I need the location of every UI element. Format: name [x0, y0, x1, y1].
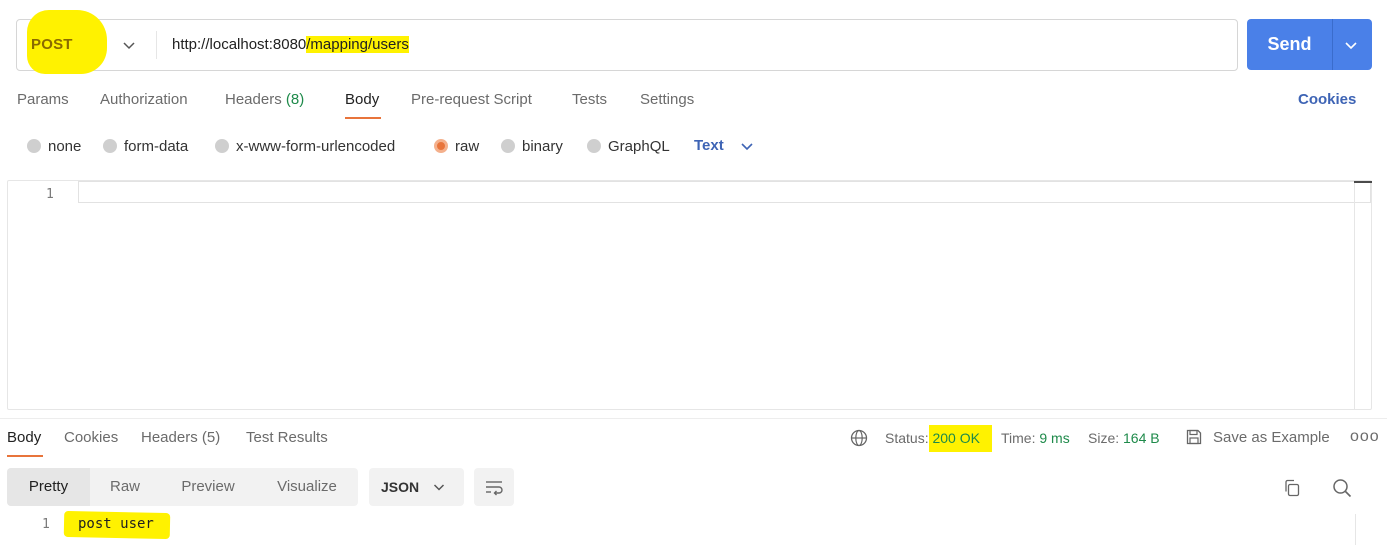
url-input[interactable]: http://localhost:8080/mapping/users [172, 36, 409, 53]
view-raw-button[interactable]: Raw [90, 468, 160, 506]
cookies-link[interactable]: Cookies [1298, 91, 1356, 108]
response-tab-cookies[interactable]: Cookies [64, 429, 118, 446]
chevron-down-icon [123, 42, 135, 50]
radio-binary[interactable]: binary [501, 137, 563, 155]
radio-dot [215, 139, 229, 153]
editor-scrollbar-thumb[interactable] [1354, 181, 1372, 183]
method-select[interactable]: POST [17, 10, 157, 74]
pane-divider[interactable] [0, 418, 1387, 419]
globe-icon[interactable] [850, 429, 868, 447]
radio-label: none [48, 137, 82, 155]
radio-dot [587, 139, 601, 153]
radio-dot [501, 139, 515, 153]
save-as-example-button[interactable]: Save as Example [1213, 429, 1330, 446]
send-separator [1332, 19, 1333, 70]
tab-tests[interactable]: Tests [572, 91, 607, 108]
search-icon[interactable] [1331, 477, 1353, 499]
radio-label: binary [522, 137, 563, 155]
wrap-icon [486, 481, 503, 496]
radio-raw[interactable]: raw [434, 137, 480, 155]
save-icon[interactable] [1185, 428, 1203, 446]
response-view-toggle: Pretty Raw Preview Visualize [7, 468, 358, 506]
response-line-number: 1 [42, 517, 50, 532]
response-tab-headers-label: Headers [141, 429, 198, 446]
time-label: Time: [1001, 430, 1036, 446]
radio-dot-selected [434, 139, 448, 153]
tab-authorization[interactable]: Authorization [100, 91, 188, 108]
response-tab-test-results[interactable]: Test Results [246, 429, 328, 446]
size-value: 164 B [1123, 430, 1160, 446]
send-button[interactable]: Send [1247, 19, 1372, 70]
tab-params[interactable]: Params [17, 91, 69, 108]
method-label: POST [31, 36, 73, 53]
radio-label: form-data [124, 137, 189, 155]
radio-dot [27, 139, 41, 153]
status[interactable]: Status: 200 OK [885, 430, 980, 446]
active-tab-indicator [345, 117, 381, 119]
line-number: 1 [46, 187, 54, 202]
tab-headers-count: (8) [285, 91, 305, 108]
radio-label: x-www-form-urlencoded [236, 137, 396, 155]
request-body-editor[interactable]: 1 [7, 180, 1372, 410]
radio-graphql[interactable]: GraphQL [587, 137, 670, 155]
chevron-down-icon [433, 484, 445, 491]
more-options-icon[interactable]: ooo [1350, 428, 1380, 446]
radio-label: raw [455, 137, 480, 155]
tab-headers-label: Headers [225, 91, 282, 108]
time-value: 9 ms [1039, 430, 1070, 446]
view-preview-button[interactable]: Preview [160, 468, 256, 506]
editor-active-line[interactable] [78, 181, 1371, 203]
size-label: Size: [1088, 430, 1120, 446]
chevron-down-icon[interactable] [1342, 36, 1360, 54]
url-divider [156, 31, 157, 59]
tab-settings[interactable]: Settings [640, 91, 694, 108]
raw-format-select[interactable]: Text [694, 137, 724, 154]
status-label: Status: [885, 430, 929, 446]
view-visualize-button[interactable]: Visualize [256, 468, 358, 506]
response-scrollbar[interactable] [1355, 514, 1356, 545]
radio-urlencoded[interactable]: x-www-form-urlencoded [215, 137, 396, 155]
status-value: 200 OK [932, 430, 980, 446]
tab-headers[interactable]: Headers (8) [225, 91, 304, 108]
response-format-label: JSON [381, 479, 420, 495]
tab-body[interactable]: Body [345, 91, 379, 108]
chevron-down-icon[interactable] [739, 138, 755, 154]
copy-icon[interactable] [1282, 478, 1302, 498]
response-tab-headers[interactable]: Headers (5) [141, 429, 220, 446]
view-pretty-button[interactable]: Pretty [7, 468, 90, 506]
response-format-select[interactable]: JSON [369, 468, 464, 506]
response-tab-headers-count: (5) [201, 429, 221, 446]
active-response-tab-indicator [7, 455, 43, 457]
tab-prerequest-script[interactable]: Pre-request Script [411, 91, 532, 108]
editor-scrollbar[interactable] [1354, 181, 1372, 409]
radio-form-data[interactable]: form-data [103, 137, 189, 155]
radio-none[interactable]: none [27, 137, 82, 155]
wrap-lines-button[interactable] [474, 468, 514, 506]
send-label: Send [1267, 34, 1312, 54]
url-bar[interactable]: POST http://localhost:8080/mapping/users [16, 10, 1238, 74]
radio-label: GraphQL [608, 137, 670, 155]
url-path: /mapping/users [306, 36, 409, 53]
response-tab-body[interactable]: Body [7, 429, 41, 446]
url-prefix: http://localhost:8080 [172, 36, 307, 53]
radio-dot [103, 139, 117, 153]
response-size[interactable]: Size: 164 B [1088, 430, 1160, 446]
response-time[interactable]: Time: 9 ms [1001, 430, 1070, 446]
response-body-text: post user [78, 516, 154, 532]
